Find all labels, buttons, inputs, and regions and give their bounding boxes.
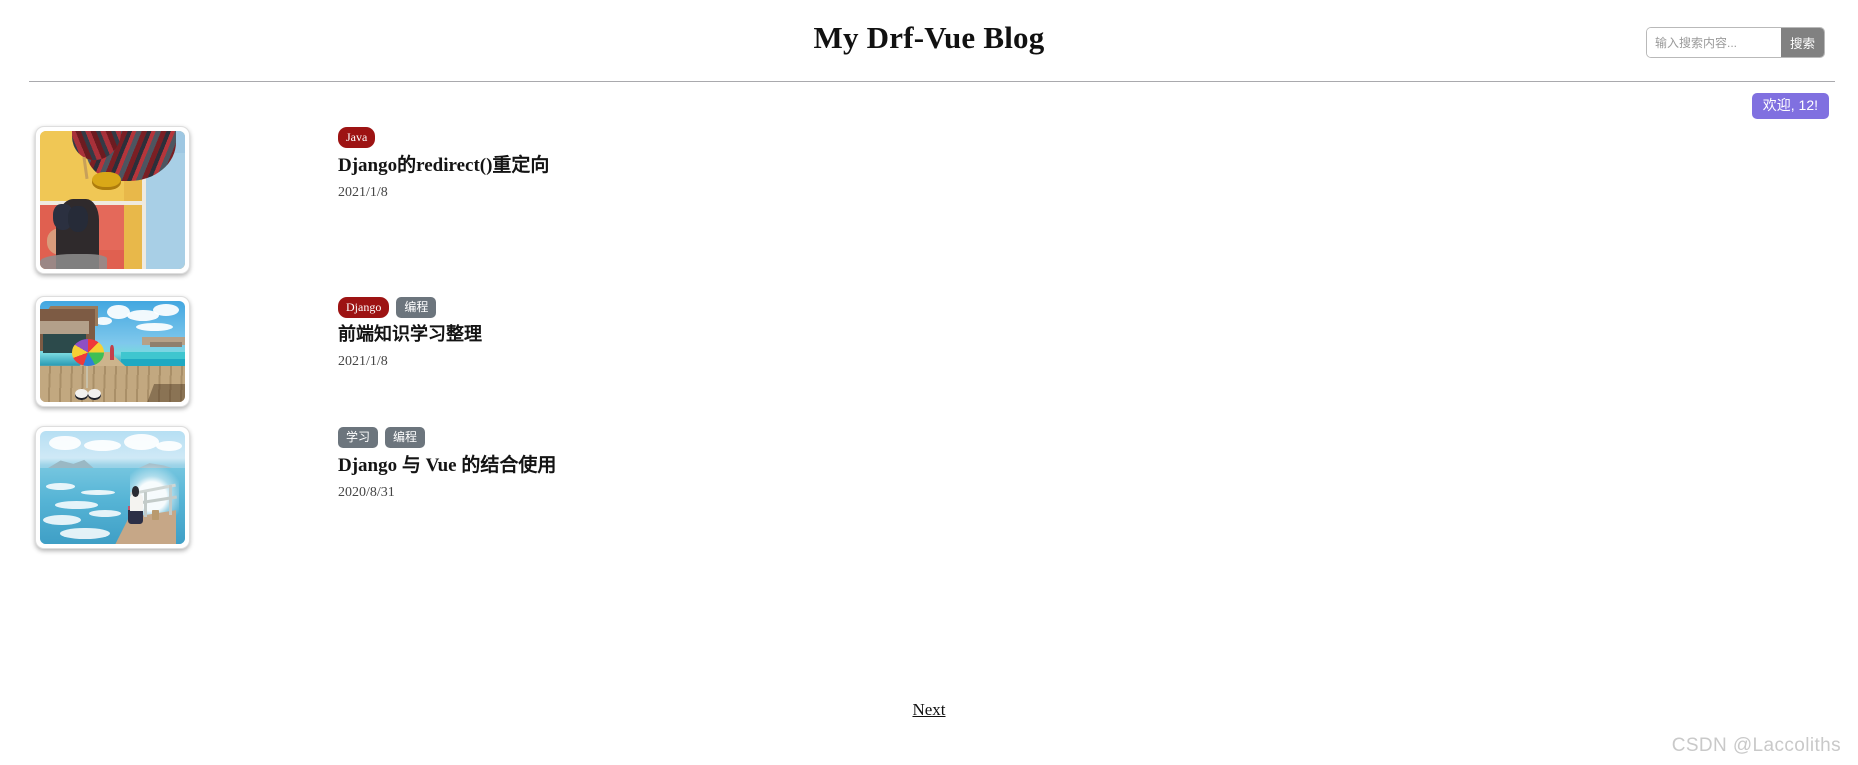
post-tag[interactable]: 编程 [385, 427, 426, 448]
post-list-item: Java Django的redirect()重定向 2021/1/8 [0, 126, 1858, 274]
post-date: 2020/8/31 [338, 484, 395, 500]
pier-photo [40, 301, 185, 402]
post-content: Django 编程 前端知识学习整理 2021/1/8 [338, 296, 482, 370]
post-content: Java Django的redirect()重定向 2021/1/8 [338, 126, 549, 201]
post-date: 2021/1/8 [338, 353, 388, 369]
post-tag[interactable]: Django [338, 297, 390, 318]
post-tags: 学习 编程 [338, 427, 556, 448]
post-tag[interactable]: 编程 [396, 297, 437, 318]
post-thumbnail-image [40, 431, 185, 544]
seaside-photo [40, 431, 185, 544]
header-divider [29, 81, 1835, 82]
search-input[interactable] [1646, 28, 1781, 57]
next-page-link[interactable]: Next [912, 700, 945, 719]
post-tag[interactable]: Java [338, 127, 376, 148]
welcome-user-badge[interactable]: 欢迎, 12! [1751, 93, 1829, 120]
search-button[interactable]: 搜索 [1780, 28, 1824, 57]
post-thumbnail-image [40, 131, 185, 269]
post-content: 学习 编程 Django 与 Vue 的结合使用 2020/8/31 [338, 426, 556, 501]
post-tag[interactable]: 学习 [338, 427, 379, 448]
search-box: 搜索 [1645, 27, 1825, 58]
post-date: 2021/1/8 [338, 184, 388, 200]
post-title[interactable]: 前端知识学习整理 [338, 324, 482, 347]
page-header: My Drf-Vue Blog 搜索 [0, 0, 1858, 86]
post-list-item: Django 编程 前端知识学习整理 2021/1/8 [0, 296, 1858, 407]
page-title: My Drf-Vue Blog [813, 20, 1045, 55]
pavement-photo [40, 131, 185, 269]
post-tags: Java [338, 127, 549, 148]
watermark: CSDN @Laccoliths [1671, 735, 1841, 756]
post-thumbnail[interactable] [35, 426, 190, 549]
post-list-item: 学习 编程 Django 与 Vue 的结合使用 2020/8/31 [0, 426, 1858, 549]
post-tags: Django 编程 [338, 297, 482, 318]
post-thumbnail[interactable] [35, 296, 190, 407]
post-title[interactable]: Django 与 Vue 的结合使用 [338, 454, 556, 478]
post-thumbnail[interactable] [35, 126, 190, 274]
post-thumbnail-image [40, 301, 185, 402]
post-title[interactable]: Django的redirect()重定向 [338, 154, 549, 178]
pagination: Next [0, 700, 1858, 720]
